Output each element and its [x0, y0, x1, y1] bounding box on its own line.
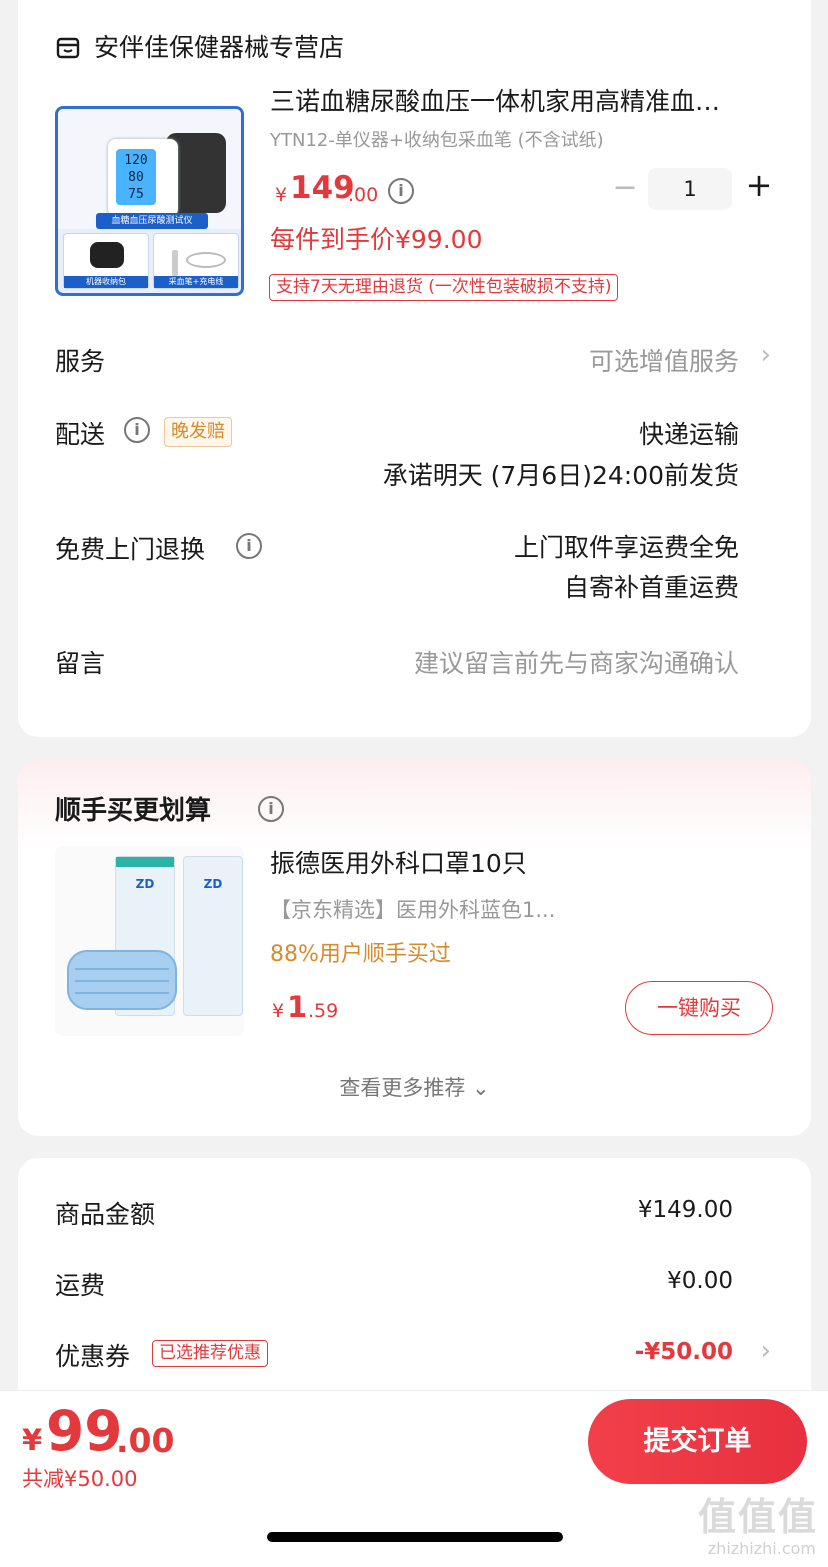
coupon-recommend-tag: 已选推荐优惠	[152, 1340, 268, 1367]
addon-product-name[interactable]: 振德医用外科口罩10只	[270, 844, 527, 880]
return-self-ship-text: 自寄补首重运费	[563, 573, 739, 602]
addon-price-integer: 1	[287, 990, 308, 1024]
delivery-label: 配送	[55, 420, 106, 449]
home-indicator[interactable]	[267, 1532, 563, 1542]
service-value[interactable]: 可选增值服务	[589, 342, 739, 378]
screen-value-3: 75	[128, 187, 144, 202]
chevron-right-icon[interactable]: ›	[761, 340, 771, 370]
watermark-url: zhizhizhi.com	[707, 1539, 816, 1558]
goods-amount-value: ¥149.00	[637, 1197, 733, 1223]
image-banner: 血糖血压尿酸测试仪	[96, 213, 208, 229]
addon-product-image[interactable]: ZD ZD	[55, 846, 244, 1036]
return-info-icon[interactable]: i	[236, 533, 262, 559]
product-title[interactable]: 三诺血糖尿酸血压一体机家用高精准血…	[270, 82, 790, 118]
addon-users-stat: 88%用户顺手买过	[270, 942, 451, 967]
product-image[interactable]: 120 80 75 血糖血压尿酸测试仪 机器收纳包 采血笔+充电线	[55, 106, 244, 296]
return-pickup-text: 上门取件享运费全免	[513, 533, 739, 562]
package-brand-label: ZD	[135, 877, 155, 891]
coupon-label: 优惠券	[55, 1342, 131, 1371]
checkout-bar: ¥ 99 .00 共减¥50.00 提交订单 值值值 zhizhizhi.com	[0, 1390, 828, 1567]
addon-info-icon[interactable]: i	[258, 796, 284, 822]
total-saved[interactable]: 共减¥50.00	[22, 1463, 137, 1493]
message-label: 留言	[55, 649, 106, 678]
delivery-info-icon[interactable]: i	[124, 417, 150, 443]
more-recommend-link[interactable]: 查看更多推荐 ⌄	[18, 1072, 811, 1102]
image-box-label: 采血笔+充电线	[154, 276, 238, 288]
price-symbol: ¥	[275, 184, 288, 206]
coupon-value[interactable]: -¥50.00	[635, 1339, 733, 1365]
goods-amount-label: 商品金额	[55, 1200, 156, 1229]
late-compensation-tag: 晚发赔	[164, 417, 232, 447]
price-info-icon[interactable]: i	[388, 178, 414, 204]
free-return-label: 免费上门退换	[55, 535, 206, 564]
addon-recommend-card: 顺手买更划算 i ZD ZD 振德医用外科口罩10只 【京东精选】医用外科蓝色1…	[18, 760, 811, 1136]
mask-pleat	[75, 968, 169, 970]
order-item-card: 安伴佳保健器械专营店 120 80 75 血糖血压尿酸测试仪 机器收纳包 采血笔…	[18, 0, 811, 737]
chevron-right-icon[interactable]: ›	[761, 1336, 771, 1366]
device-graphic: 120 80 75	[108, 139, 178, 217]
addon-price-decimal: .59	[308, 1000, 339, 1022]
device-screen: 120 80 75	[116, 149, 156, 205]
mask-pleat	[75, 980, 169, 982]
message-input[interactable]: 建议留言前先与商家沟通确认	[414, 644, 739, 680]
service-label: 服务	[55, 347, 106, 376]
mask-package-graphic: ZD	[183, 856, 243, 1016]
image-box-pen: 采血笔+充电线	[153, 233, 239, 289]
store-icon	[56, 37, 80, 59]
total-integer: 99	[46, 1399, 123, 1463]
store-name[interactable]: 安伴佳保健器械专营店	[94, 28, 344, 64]
image-box-bag: 机器收纳包	[63, 233, 149, 289]
cable-graphic	[186, 252, 226, 268]
mask-pleat	[75, 992, 169, 994]
return-policy-tag: 支持7天无理由退货 (一次性包装破损不支持)	[269, 274, 619, 301]
one-click-buy-button[interactable]: 一键购买	[625, 981, 773, 1035]
quantity-increase-button[interactable]: +	[744, 166, 774, 204]
total-decimal: .00	[116, 1421, 175, 1460]
price-decimal: .00	[348, 184, 379, 206]
addon-product-desc[interactable]: 【京东精选】医用外科蓝色1...	[270, 894, 600, 924]
pen-graphic	[172, 250, 178, 276]
addon-price-symbol: ¥	[272, 1000, 285, 1022]
price-summary-card: 商品金额 ¥149.00 运费 ¥0.00 优惠券 已选推荐优惠 -¥50.00…	[18, 1158, 811, 1418]
shipping-fee-value: ¥0.00	[667, 1268, 733, 1294]
delivery-promise: 承诺明天 (7月6日)24:00前发货	[382, 461, 739, 490]
shipping-fee-label: 运费	[55, 1271, 106, 1300]
screen-value-2: 80	[128, 170, 144, 185]
quantity-decrease-button[interactable]: −	[610, 170, 640, 205]
image-box-label: 机器收纳包	[64, 276, 148, 288]
delivery-method: 快递运输	[638, 420, 739, 449]
watermark-logo: 值值值	[697, 1495, 818, 1539]
screen-value-1: 120	[124, 153, 148, 168]
quantity-input[interactable]: 1	[648, 168, 732, 210]
total-symbol: ¥	[22, 1423, 43, 1457]
package-brand-label: ZD	[203, 877, 223, 891]
addon-title: 顺手买更划算	[55, 796, 212, 826]
product-spec[interactable]: YTN12-单仪器+收纳包采血笔 (不含试纸)	[270, 126, 604, 152]
bag-graphic	[90, 242, 124, 268]
package-stripe	[116, 857, 174, 867]
unit-final-price: 每件到手价¥99.00	[270, 225, 483, 254]
submit-order-button[interactable]: 提交订单	[588, 1399, 807, 1484]
price-integer: 149	[290, 170, 355, 206]
mask-graphic	[67, 950, 177, 1010]
